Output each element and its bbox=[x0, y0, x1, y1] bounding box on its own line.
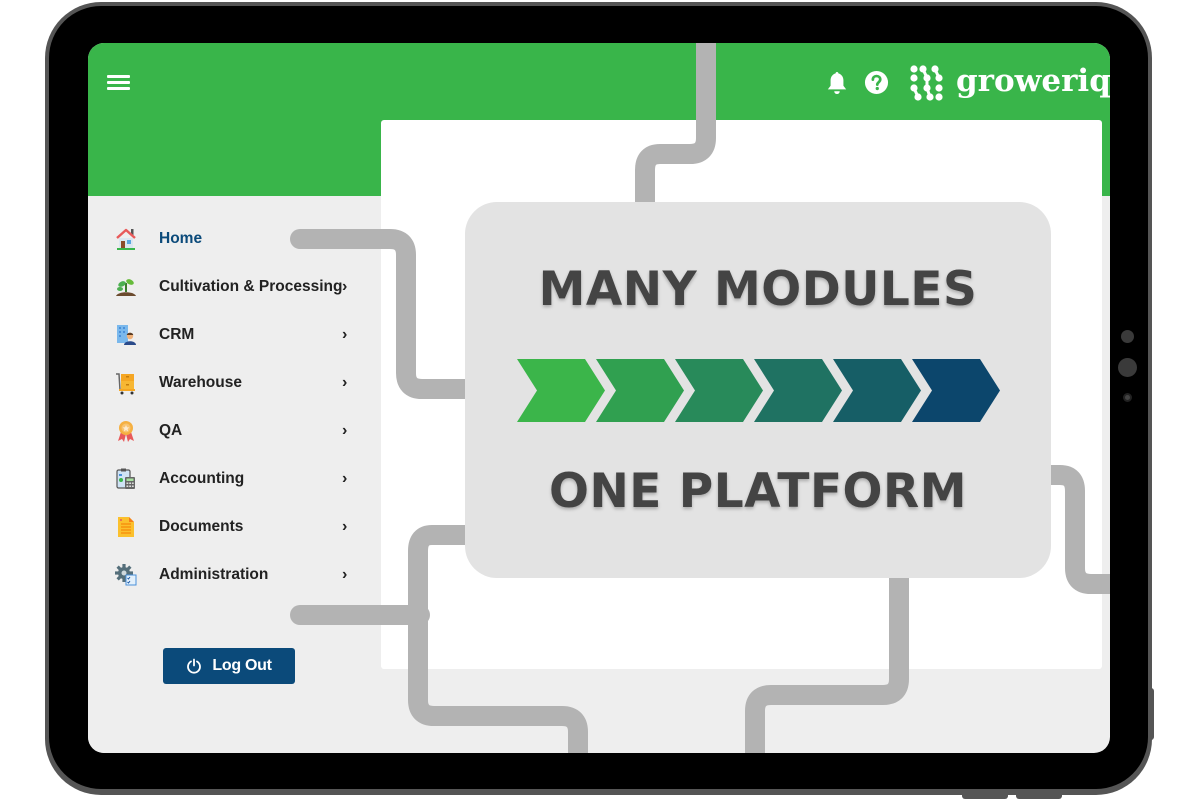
module-chevrons bbox=[517, 359, 1000, 422]
module-chevron-1 bbox=[517, 359, 605, 422]
module-chevron-4 bbox=[754, 359, 842, 422]
module-chevron-3 bbox=[675, 359, 763, 422]
module-chevron-6 bbox=[912, 359, 1000, 422]
module-chevron-2 bbox=[596, 359, 684, 422]
module-chevron-5 bbox=[833, 359, 921, 422]
